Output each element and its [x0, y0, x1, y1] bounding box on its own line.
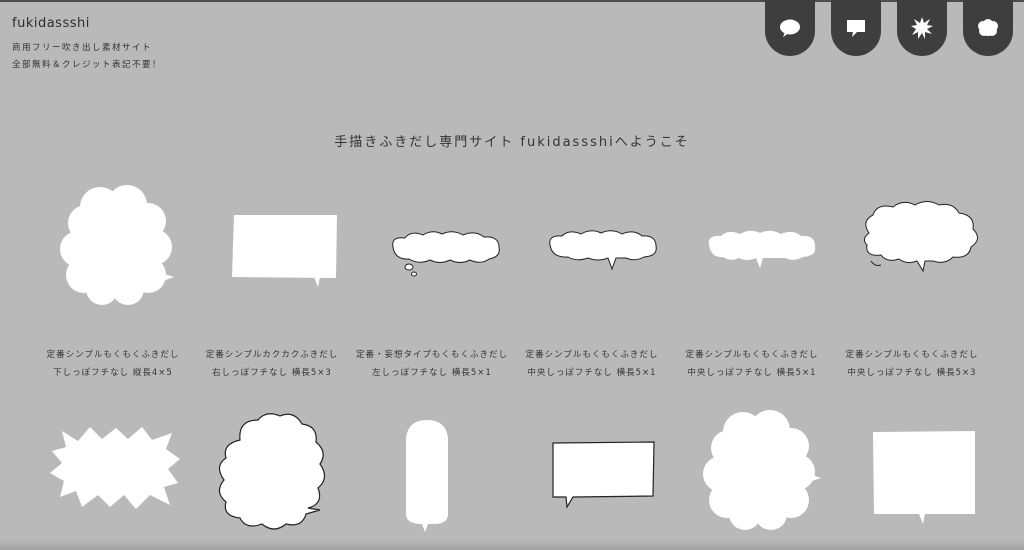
tall-pill-bubble-image — [406, 420, 448, 532]
spiky-bubble-image — [50, 427, 180, 509]
welcome-heading: 手描きふきだし専門サイト fukidassshiへようこそ — [334, 135, 690, 150]
site-header: fukidassshi 商用フリー吹き出し素材サイト 全部無料＆クレジット表記不… — [12, 16, 162, 74]
cloud-bubble-outline-image — [218, 413, 326, 530]
tab-round-bubble[interactable] — [765, 0, 815, 56]
bubble-item-5[interactable] — [683, 227, 833, 272]
site-tagline: 商用フリー吹き出し素材サイト — [12, 43, 153, 53]
square-speech-bubble-icon — [847, 20, 865, 37]
tab-spiky-bubble[interactable] — [897, 0, 947, 56]
caption-1: 定番シンプルもくもくふきだし 下しっぽフチなし 縦長4×5 — [33, 346, 193, 382]
caption-title[interactable]: 定番シンプルもくもくふきだし — [672, 346, 832, 364]
caption-detail[interactable]: 中央しっぽフチなし 横長5×1 — [512, 364, 672, 382]
bubble-item-2[interactable] — [200, 205, 350, 290]
caption-title[interactable]: 定番シンプルカクカクふきだし — [192, 346, 352, 364]
bubble-item-4[interactable] — [524, 227, 674, 272]
caption-4: 定番シンプルもくもくふきだし 中央しっぽフチなし 横長5×1 — [512, 346, 672, 382]
cloud-bubble-tall-image — [60, 185, 174, 305]
cloud-bubble-large-image — [863, 201, 978, 273]
caption-2: 定番シンプルカクカクふきだし 右しっぽフチなし 横長5×3 — [192, 346, 352, 382]
caption-detail[interactable]: 右しっぽフチなし 横長5×3 — [192, 364, 352, 382]
round-speech-bubble-icon — [780, 19, 800, 37]
bubble-item-8[interactable] — [200, 410, 350, 535]
cloud-bubble-wide-image — [549, 230, 657, 271]
bottom-shadow — [0, 540, 1024, 550]
caption-6: 定番シンプルもくもくふきだし 中央しっぽフチなし 横長5×3 — [832, 346, 992, 382]
bubble-item-7[interactable] — [40, 425, 190, 510]
caption-detail[interactable]: 下しっぽフチなし 縦長4×5 — [33, 364, 193, 382]
square-bubble-outline-image — [552, 441, 655, 509]
bubble-item-6[interactable] — [843, 197, 993, 277]
caption-5: 定番シンプルもくもくふきだし 中央しっぽフチなし 横長5×1 — [672, 346, 832, 382]
bubble-item-9[interactable] — [352, 418, 502, 533]
caption-title[interactable]: 定番シンプルもくもくふきだし — [832, 346, 992, 364]
caption-3: 定番・妄想タイプもくもくふきだし 左しっぽフチなし 横長5×1 — [352, 346, 512, 382]
caption-detail[interactable]: 左しっぽフチなし 横長5×1 — [352, 364, 512, 382]
tab-cloud-bubble[interactable] — [963, 0, 1013, 56]
square-bubble-image — [232, 215, 337, 287]
caption-title[interactable]: 定番シンプルもくもくふきだし — [33, 346, 193, 364]
caption-title[interactable]: 定番・妄想タイプもくもくふきだし — [352, 346, 512, 364]
bubble-item-10[interactable] — [527, 440, 677, 515]
bubble-item-11[interactable] — [683, 410, 833, 535]
cloud-bubble-icon — [978, 19, 998, 36]
caption-detail[interactable]: 中央しっぽフチなし 横長5×3 — [832, 364, 992, 382]
tab-square-bubble[interactable] — [831, 0, 881, 56]
caption-title[interactable]: 定番シンプルもくもくふきだし — [512, 346, 672, 364]
bubble-item-3[interactable] — [365, 225, 515, 280]
square-bubble-tall-image — [873, 431, 975, 524]
cloud-bubble-tall-right-image — [703, 410, 821, 530]
spiky-burst-icon — [911, 17, 933, 39]
site-subtagline: 全部無料＆クレジット表記不要！ — [12, 60, 163, 70]
site-logo[interactable]: fukidassshi — [12, 16, 162, 31]
bubble-item-1[interactable] — [40, 185, 190, 310]
cloud-bubble-wide-plain-image — [708, 230, 816, 268]
caption-detail[interactable]: 中央しっぽフチなし 横長5×1 — [672, 364, 832, 382]
thought-bubble-image — [392, 231, 500, 277]
bubble-item-12[interactable] — [843, 428, 993, 528]
